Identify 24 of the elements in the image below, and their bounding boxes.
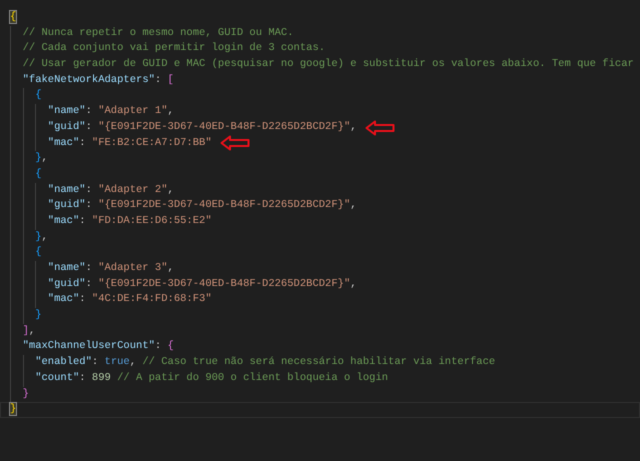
code-line: // Usar gerador de GUID e MAC (pesquisar no google) e substituir os valores abaixo. Tem que ficar [22, 57, 634, 72]
code-line: "count": 899 // A patir do 900 o client bloqueia o login [35, 370, 388, 386]
code-line: // Nunca repetir o mesmo nome, GUID ou MAC. [22, 26, 294, 41]
code-line: { [35, 166, 42, 182]
code-line: "mac": "4C:DE:F4:FD:68:F3" [48, 292, 212, 308]
code-line: "name": "Adapter 2", [48, 182, 174, 198]
code-line: "mac": "FD:DA:EE:D6:55:E2" [48, 214, 212, 229]
code-line: "guid": "{E091F2DE-3D67-40ED-B48F-D2265D2BCD2F}", [48, 276, 357, 292]
code-line: }, [35, 151, 48, 166]
code-line: } [22, 386, 29, 402]
code-line: } [35, 308, 42, 324]
code-line: "name": "Adapter 3", [48, 261, 174, 276]
code-line: }, [35, 230, 48, 245]
code-line: "fakeNetworkAdapters": [ [22, 72, 174, 88]
code-line: "guid": "{E091F2DE-3D67-40ED-B48F-D2265D2BCD2F}", [48, 120, 357, 135]
code-line: { [35, 88, 42, 104]
code-line: "maxChannelUserCount": { [22, 339, 174, 354]
code-line: "mac": "FE:B2:CE:A7:D7:BB" [48, 136, 212, 150]
code-line: // Cada conjunto vai permitir login de 3 contas. [22, 41, 326, 56]
code-line: "name": "Adapter 1", [48, 104, 174, 120]
code-line: "enabled": true, // Caso true não será necessário habilitar via interface [35, 355, 496, 370]
code-line: { [35, 245, 42, 260]
code-line: "guid": "{E091F2DE-3D67-40ED-B48F-D2265D2BCD2F}", [48, 198, 357, 214]
code-line: ], [22, 324, 36, 339]
